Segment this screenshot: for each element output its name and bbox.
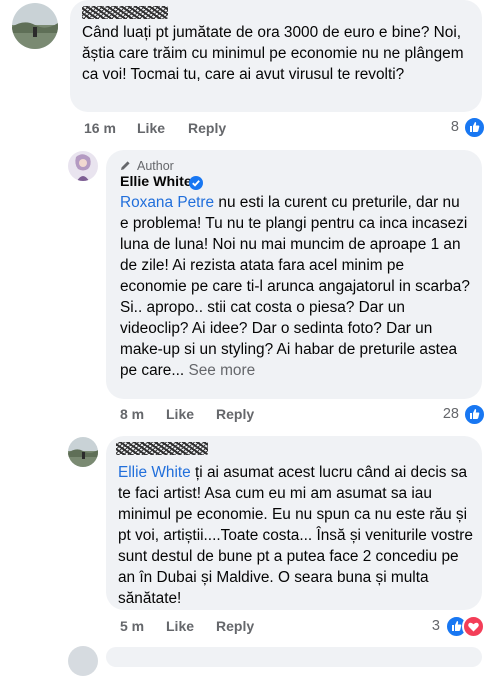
comment-text: Roxana Petre nu esti la curent cu pretur… bbox=[120, 192, 472, 381]
like-button[interactable]: Like bbox=[137, 120, 165, 136]
mention-link[interactable]: Roxana Petre bbox=[120, 194, 214, 211]
comment-time[interactable]: 8 m bbox=[120, 406, 144, 422]
author-comment-bubble: Author Ellie White Roxana Petre nu esti … bbox=[106, 150, 482, 399]
redacted-author-name bbox=[116, 442, 208, 455]
comment-time[interactable]: 16 m bbox=[84, 120, 116, 136]
commenter-avatar[interactable] bbox=[12, 3, 58, 49]
comment-time[interactable]: 5 m bbox=[120, 618, 144, 634]
reply-button[interactable]: Reply bbox=[216, 406, 254, 422]
see-more-link[interactable]: See more bbox=[188, 362, 255, 379]
mention-link[interactable]: Ellie White bbox=[118, 464, 191, 481]
next-commenter-avatar[interactable] bbox=[68, 646, 98, 676]
like-button[interactable]: Like bbox=[166, 406, 194, 422]
reaction-count[interactable]: 3 bbox=[432, 618, 440, 634]
comment-actions: 16 m Like Reply bbox=[84, 120, 384, 140]
like-icon[interactable] bbox=[463, 116, 486, 139]
comment-actions: 8 m Like Reply bbox=[120, 406, 420, 426]
author-avatar[interactable] bbox=[68, 151, 98, 181]
verified-icon bbox=[189, 176, 203, 190]
reply-button[interactable]: Reply bbox=[188, 120, 226, 136]
commenter-avatar[interactable] bbox=[68, 437, 98, 467]
comment-body: nu esti la curent cu preturile, dar nu e… bbox=[120, 194, 470, 379]
like-icon[interactable] bbox=[463, 403, 486, 426]
author-tag: Author bbox=[137, 159, 174, 173]
redacted-author-name bbox=[82, 6, 168, 19]
comment-text: Când luați pt jumătate de ora 3000 de eu… bbox=[82, 24, 464, 83]
comment-bubble: Când luați pt jumătate de ora 3000 de eu… bbox=[70, 0, 482, 112]
pencil-icon bbox=[121, 161, 130, 170]
comment-bubble: Ellie White ți ai asumat acest lucru cân… bbox=[106, 436, 482, 610]
love-icon[interactable] bbox=[462, 615, 485, 638]
comment-body: ți ai asumat acest lucru când ai decis s… bbox=[118, 464, 473, 607]
next-comment-bubble bbox=[106, 647, 482, 667]
reply-button[interactable]: Reply bbox=[216, 618, 254, 634]
like-button[interactable]: Like bbox=[166, 618, 194, 634]
reaction-count[interactable]: 8 bbox=[451, 119, 459, 135]
comment-actions: 5 m Like Reply bbox=[120, 618, 420, 638]
comment-text: Ellie White ți ai asumat acest lucru cân… bbox=[118, 462, 474, 609]
reaction-count[interactable]: 28 bbox=[443, 406, 459, 422]
author-name[interactable]: Ellie White bbox=[120, 174, 192, 190]
